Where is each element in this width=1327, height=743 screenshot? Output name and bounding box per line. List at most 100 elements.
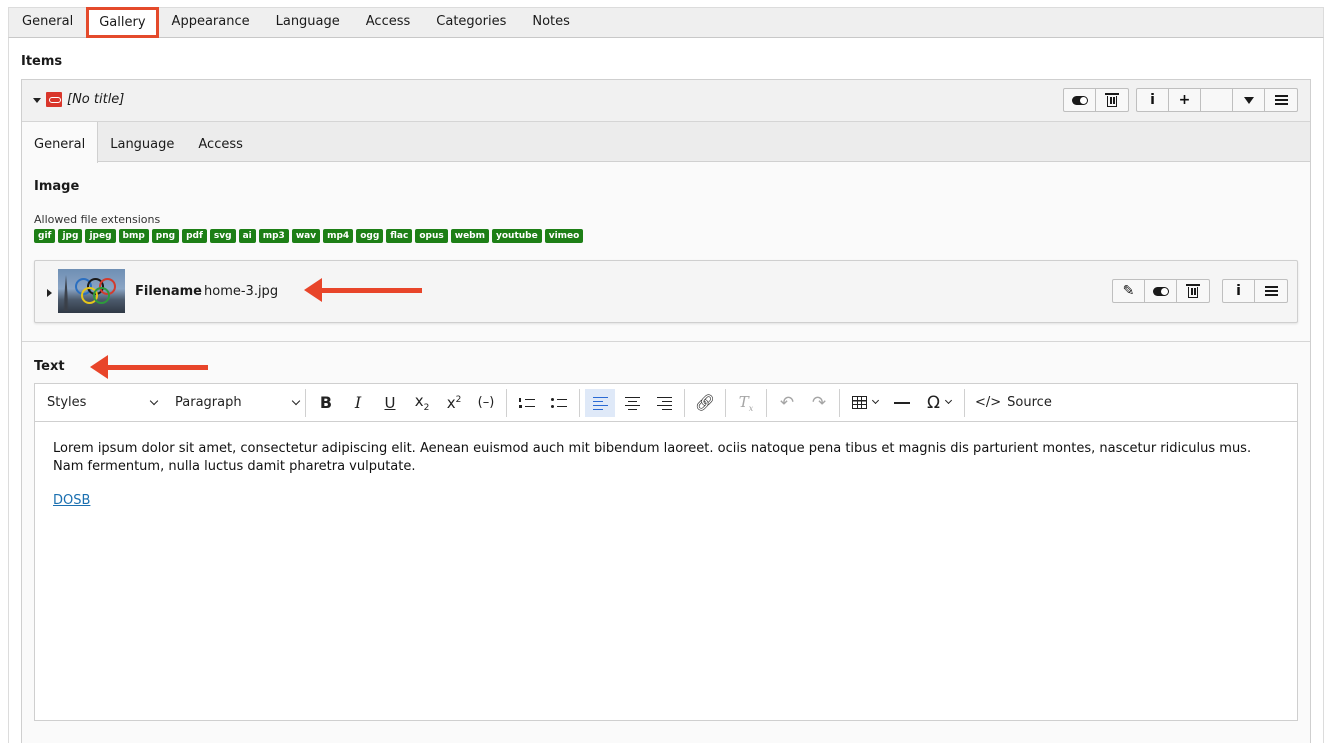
- tab-access[interactable]: Access: [353, 8, 424, 37]
- extension-badge: ogg: [356, 229, 384, 243]
- styles-dropdown[interactable]: Styles: [35, 389, 159, 417]
- gallery-panel: Items [No title] i + General Language Ac…: [8, 38, 1324, 743]
- extension-badge: ai: [238, 229, 256, 243]
- trash-icon: [1186, 284, 1200, 298]
- tab-language[interactable]: Language: [263, 8, 353, 37]
- item-actions-group: i +: [1136, 88, 1298, 112]
- superscript-icon: x2: [446, 393, 462, 412]
- extension-badge: svg: [209, 229, 236, 243]
- numbered-list-button[interactable]: [512, 389, 542, 417]
- link-button[interactable]: 🔗︎: [690, 389, 720, 417]
- item-tab-language[interactable]: Language: [98, 122, 186, 162]
- hide-toggle-button[interactable]: [1064, 89, 1096, 111]
- delete-button[interactable]: [1096, 89, 1128, 111]
- file-info-button[interactable]: i: [1223, 280, 1255, 302]
- media-type-icon: [46, 92, 62, 107]
- item-tab-bar: General Language Access: [22, 122, 1310, 163]
- pencil-icon: ✎: [1122, 283, 1135, 299]
- table-icon: [852, 396, 867, 409]
- section-divider: [22, 341, 1310, 342]
- extension-badge: jpg: [58, 229, 83, 243]
- menu-icon: [1264, 290, 1278, 292]
- source-button[interactable]: </> Source: [969, 389, 1058, 417]
- editor-content[interactable]: Lorem ipsum dolor sit amet, consectetur …: [53, 440, 1283, 508]
- extension-badge: gif: [34, 229, 56, 243]
- item-title: [No title]: [67, 92, 125, 107]
- arrow-down-icon: [1243, 96, 1254, 104]
- toggle-icon: [1152, 286, 1169, 296]
- item-tab-general[interactable]: General: [22, 122, 99, 163]
- body-paragraph: Lorem ipsum dolor sit amet, consectetur …: [53, 441, 1252, 474]
- file-reference[interactable]: Filename home-3.jpg ✎ i: [34, 260, 1298, 323]
- redo-button[interactable]: ↷: [804, 389, 834, 417]
- chevron-down-icon: [149, 396, 159, 405]
- item-tab-access[interactable]: Access: [186, 122, 255, 162]
- bold-button[interactable]: B: [311, 389, 341, 417]
- file-delete-button[interactable]: [1177, 280, 1209, 302]
- omega-icon: Ω: [927, 392, 940, 413]
- align-center-button[interactable]: [617, 389, 647, 417]
- dosb-link[interactable]: DOSB: [53, 492, 90, 510]
- soft-hyphen-button[interactable]: (–): [471, 389, 501, 417]
- redo-icon: ↷: [811, 392, 827, 413]
- info-icon: i: [1150, 92, 1155, 108]
- extension-badge: jpeg: [85, 229, 116, 243]
- paragraph-dropdown[interactable]: Paragraph: [163, 389, 301, 417]
- align-left-icon: [592, 396, 608, 410]
- editor-toolbar: Styles Paragraph B I U x2 x2 (–) 🔗︎ Tx ↶…: [35, 384, 1297, 422]
- annotation-arrow: [304, 278, 422, 302]
- undo-button[interactable]: ↶: [772, 389, 802, 417]
- tab-notes[interactable]: Notes: [519, 8, 583, 37]
- superscript-button[interactable]: x2: [439, 389, 469, 417]
- subscript-button[interactable]: x2: [407, 389, 437, 417]
- underline-icon: U: [384, 393, 396, 412]
- file-drag-handle-button[interactable]: [1255, 280, 1287, 302]
- undo-icon: ↶: [779, 392, 795, 413]
- bullet-list-icon: [551, 397, 567, 409]
- horizontal-line-button[interactable]: [887, 389, 917, 417]
- align-center-icon: [624, 396, 640, 410]
- file-hide-toggle-button[interactable]: [1145, 280, 1177, 302]
- expand-caret-icon[interactable]: [47, 289, 52, 297]
- special-characters-button[interactable]: Ω: [919, 389, 959, 417]
- drag-handle-button[interactable]: [1265, 89, 1297, 111]
- allowed-extensions-label: Allowed file extensions: [34, 213, 161, 226]
- remove-format-button[interactable]: Tx: [731, 389, 761, 417]
- item-header[interactable]: [No title] i +: [22, 80, 1310, 122]
- subscript-icon: x2: [414, 392, 430, 413]
- trash-icon: [1105, 93, 1119, 107]
- extension-badge: opus: [415, 229, 448, 243]
- underline-button[interactable]: U: [375, 389, 405, 417]
- source-button-label: Source: [1007, 395, 1052, 410]
- move-up-button[interactable]: [1201, 89, 1233, 111]
- info-button[interactable]: i: [1137, 89, 1169, 111]
- extension-badge: bmp: [118, 229, 149, 243]
- tab-categories[interactable]: Categories: [423, 8, 519, 37]
- annotation-arrow: [90, 355, 208, 379]
- bullet-list-button[interactable]: [544, 389, 574, 417]
- italic-button[interactable]: I: [343, 389, 373, 417]
- add-button[interactable]: +: [1169, 89, 1201, 111]
- link-icon: 🔗︎: [694, 393, 716, 412]
- info-icon: i: [1236, 283, 1241, 299]
- file-actions-group: ✎: [1112, 279, 1210, 303]
- italic-icon: I: [354, 393, 362, 412]
- toggle-icon: [1071, 95, 1088, 105]
- tab-gallery[interactable]: Gallery: [86, 7, 159, 38]
- move-down-button[interactable]: [1233, 89, 1265, 111]
- align-right-button[interactable]: [649, 389, 679, 417]
- insert-table-button[interactable]: [845, 389, 885, 417]
- menu-icon: [1274, 99, 1288, 101]
- gallery-item: [No title] i + General Language Access I…: [21, 79, 1311, 743]
- edit-file-button[interactable]: ✎: [1113, 280, 1145, 302]
- tab-appearance[interactable]: Appearance: [159, 8, 263, 37]
- extension-badge: webm: [450, 229, 489, 243]
- remove-format-icon: Tx: [738, 392, 754, 413]
- image-thumbnail[interactable]: [58, 269, 125, 313]
- text-heading: Text: [34, 359, 65, 374]
- extension-badge: youtube: [492, 229, 542, 243]
- image-heading: Image: [34, 179, 80, 194]
- tab-general[interactable]: General: [9, 8, 86, 37]
- collapse-caret-icon[interactable]: [33, 98, 41, 103]
- align-left-button[interactable]: [585, 388, 615, 417]
